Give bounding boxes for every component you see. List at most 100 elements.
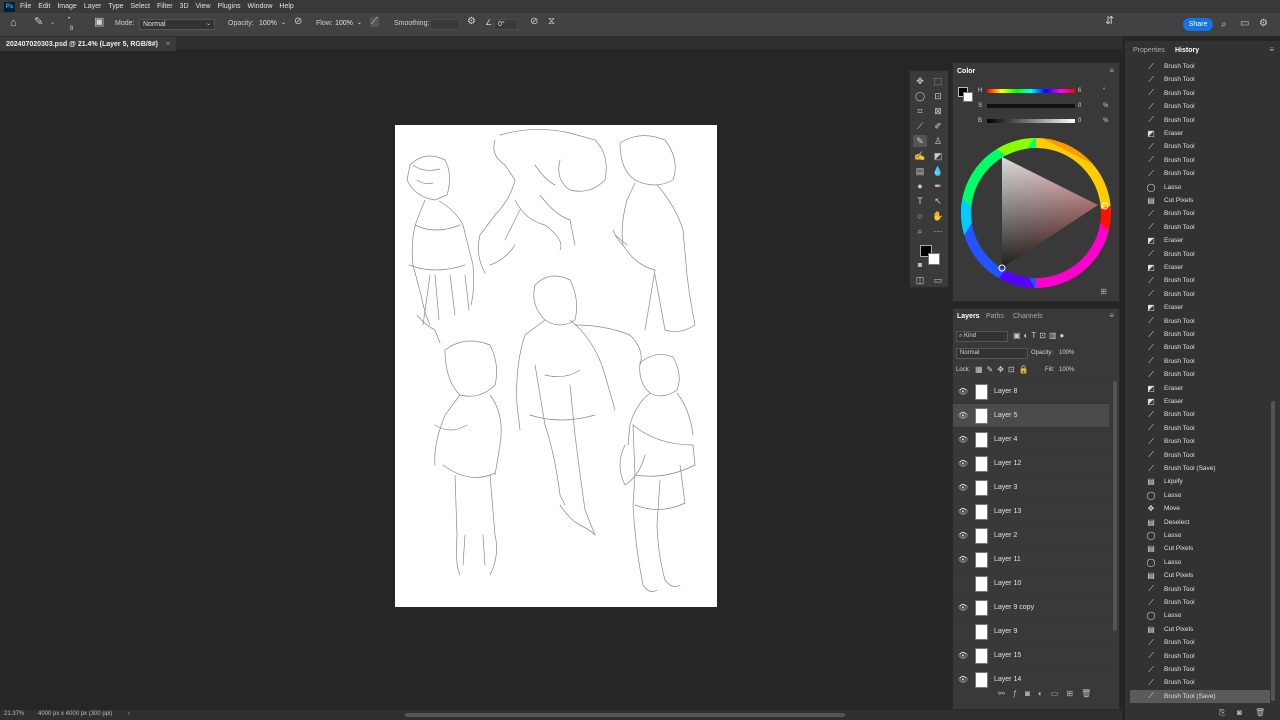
layers-menu-icon[interactable]: ≡ [1109,311,1114,320]
visibility-eye-icon[interactable]: 👁 [956,555,970,564]
history-item[interactable]: ⟋ Brush Tool [1130,274,1270,287]
layer-row[interactable]: 👁 Layer 13 [953,499,1109,523]
group-icon[interactable]: ▭ [1051,689,1067,698]
history-item[interactable]: ⟋ Brush Tool [1130,60,1270,73]
symmetry-icon[interactable]: ⧖ [548,17,555,27]
trash-icon[interactable]: 🗑 [1081,689,1099,698]
layer-row[interactable]: 👁 Layer 3 [953,475,1109,499]
chevron-down-icon[interactable]: ⌄ [50,18,55,28]
visibility-eye-icon[interactable]: 👁 [956,531,970,540]
history-item[interactable]: ⟋ Brush Tool [1130,341,1270,354]
close-icon[interactable]: × [166,41,170,48]
visibility-eye-icon[interactable]: 👁 [956,411,970,420]
flow-input[interactable]: 100% ⌄ [332,19,362,30]
canvas-artwork[interactable] [395,125,717,607]
menu-plugins[interactable]: Plugins [218,3,241,10]
history-item[interactable]: ⟋ Brush Tool (Save) [1130,689,1270,703]
camera-icon[interactable]: ◙ [1237,708,1242,717]
tab-color[interactable]: Color [957,68,975,75]
frame-tool-icon[interactable]: ⊠ [931,105,945,117]
b-value[interactable]: 0 [1078,118,1081,124]
tab-paths[interactable]: Paths [986,313,1004,320]
airbrush-icon[interactable]: ⟋ [370,17,379,27]
pen-tool-icon[interactable]: ✒ [931,180,945,192]
adjustment-icon[interactable]: ◐ [1038,689,1051,698]
zoom-tool-icon[interactable]: ⌕ [913,225,927,237]
history-brush-tool-icon[interactable]: ✍ [913,150,927,162]
history-item[interactable]: ⟋ Brush Tool [1130,435,1270,448]
home-icon[interactable]: ⌂ [10,18,17,29]
layer-row[interactable]: 👁 Layer 14 [953,667,1109,691]
history-trash-icon[interactable]: 🗑 [1255,708,1265,717]
history-item[interactable]: ⟋ Brush Tool [1130,596,1270,609]
h-value[interactable]: 6 [1078,88,1081,94]
panel-menu-icon[interactable]: ≡ [1109,66,1114,75]
layer-row[interactable]: 👁 Layer 8 [953,379,1109,403]
menu-layer[interactable]: Layer [84,3,102,10]
history-item[interactable]: ◯ Lasso [1130,609,1270,622]
history-item[interactable]: ◩ Eraser [1130,261,1270,274]
history-item[interactable]: ✥ Move [1130,502,1270,515]
quick-mask-icon[interactable]: ◫ [913,274,927,286]
history-item[interactable]: ⟋ Brush Tool [1130,207,1270,220]
new-layer-icon[interactable]: ⊞ [1066,689,1081,698]
history-item[interactable]: ⟋ Brush Tool [1130,663,1270,676]
history-item[interactable]: ◯ Lasso [1130,556,1270,569]
artboard-tool-icon[interactable]: ⬚ [931,75,945,87]
layers-scrollbar[interactable] [1113,381,1117,631]
workspace-icon[interactable]: ▭ [1240,18,1249,29]
history-item[interactable]: ▤ Cut Pixels [1130,623,1270,636]
history-item[interactable]: ⟋ Brush Tool [1130,221,1270,234]
stamp-tool-icon[interactable]: ♙ [931,135,945,147]
history-item[interactable]: ⟋ Brush Tool [1130,449,1270,462]
path-select-tool-icon[interactable]: ↖ [931,195,945,207]
shape-tool-icon[interactable]: ○ [913,210,927,222]
s-value[interactable]: 0 [1078,103,1081,109]
snapshot-icon[interactable]: ⎘ [1219,708,1225,718]
layer-row[interactable]: 👁 Layer 4 [953,427,1109,451]
history-item[interactable]: ▤ Cut Pixels [1130,569,1270,582]
history-item[interactable]: ◯ Lasso [1130,181,1270,194]
history-item[interactable]: ⟋ Brush Tool [1130,328,1270,341]
pressure-size-icon[interactable]: ⊘ [530,17,538,27]
history-item[interactable]: ◯ Lasso [1130,489,1270,502]
color-bg-swatch[interactable] [963,92,973,102]
filter-type-icons[interactable]: ▣◐T⊡▥● [1013,331,1067,340]
default-colors-icon[interactable]: ◙ [913,259,927,271]
lock-icons[interactable]: ▦✎✥⊡🔒 [975,365,1033,374]
blur-tool-icon[interactable]: 💧 [931,165,945,177]
history-item[interactable]: ⟋ Brush Tool [1130,355,1270,368]
history-item[interactable]: ⟋ Brush Tool [1130,636,1270,649]
saturation-slider[interactable] [987,104,1075,108]
horizontal-scrollbar[interactable] [405,713,845,717]
menu-3d[interactable]: 3D [180,3,189,10]
opacity-input[interactable]: 100% ⌄ [256,19,286,30]
tab-channels[interactable]: Channels [1013,313,1043,320]
history-item[interactable]: ⟋ Brush Tool [1130,408,1270,421]
brush-size-value[interactable]: 8 [70,24,73,34]
menu-view[interactable]: View [196,3,211,10]
history-item[interactable]: ⟋ Brush Tool (Save) [1130,462,1270,475]
history-item[interactable]: ◩ Eraser [1130,395,1270,408]
expand-icon[interactable]: ⊞ [1100,287,1107,296]
gradient-tool-icon[interactable]: ▤ [913,165,927,177]
history-item[interactable]: ⟋ Brush Tool [1130,87,1270,100]
brush-dot-icon[interactable]: • [68,14,70,24]
history-item[interactable]: ◩ Eraser [1130,382,1270,395]
layer-filter-select[interactable]: ⌕ Kind [956,331,1008,342]
menu-select[interactable]: Select [131,3,150,10]
brush-preset-icon[interactable]: ✎ [34,17,43,28]
settings-icon[interactable]: ⚙ [1259,18,1268,29]
history-item[interactable]: ▤ Cut Pixels [1130,542,1270,555]
visibility-eye-icon[interactable]: 👁 [956,507,970,516]
history-item[interactable]: ⟋ Brush Tool [1130,140,1270,153]
share-button[interactable]: Share [1183,18,1213,31]
history-item[interactable]: ⟋ Brush Tool [1130,167,1270,180]
history-item[interactable]: ▤ Deselect [1130,516,1270,529]
lasso-tool-icon[interactable]: ◯ [913,90,927,102]
spot-healing-tool-icon[interactable]: ✐ [931,120,945,132]
history-item[interactable]: ⟋ Brush Tool [1130,676,1270,689]
eyedropper-tool-icon[interactable]: ⟋ [913,120,927,132]
menu-edit[interactable]: Edit [38,3,50,10]
history-item[interactable]: ⟋ Brush Tool [1130,114,1270,127]
